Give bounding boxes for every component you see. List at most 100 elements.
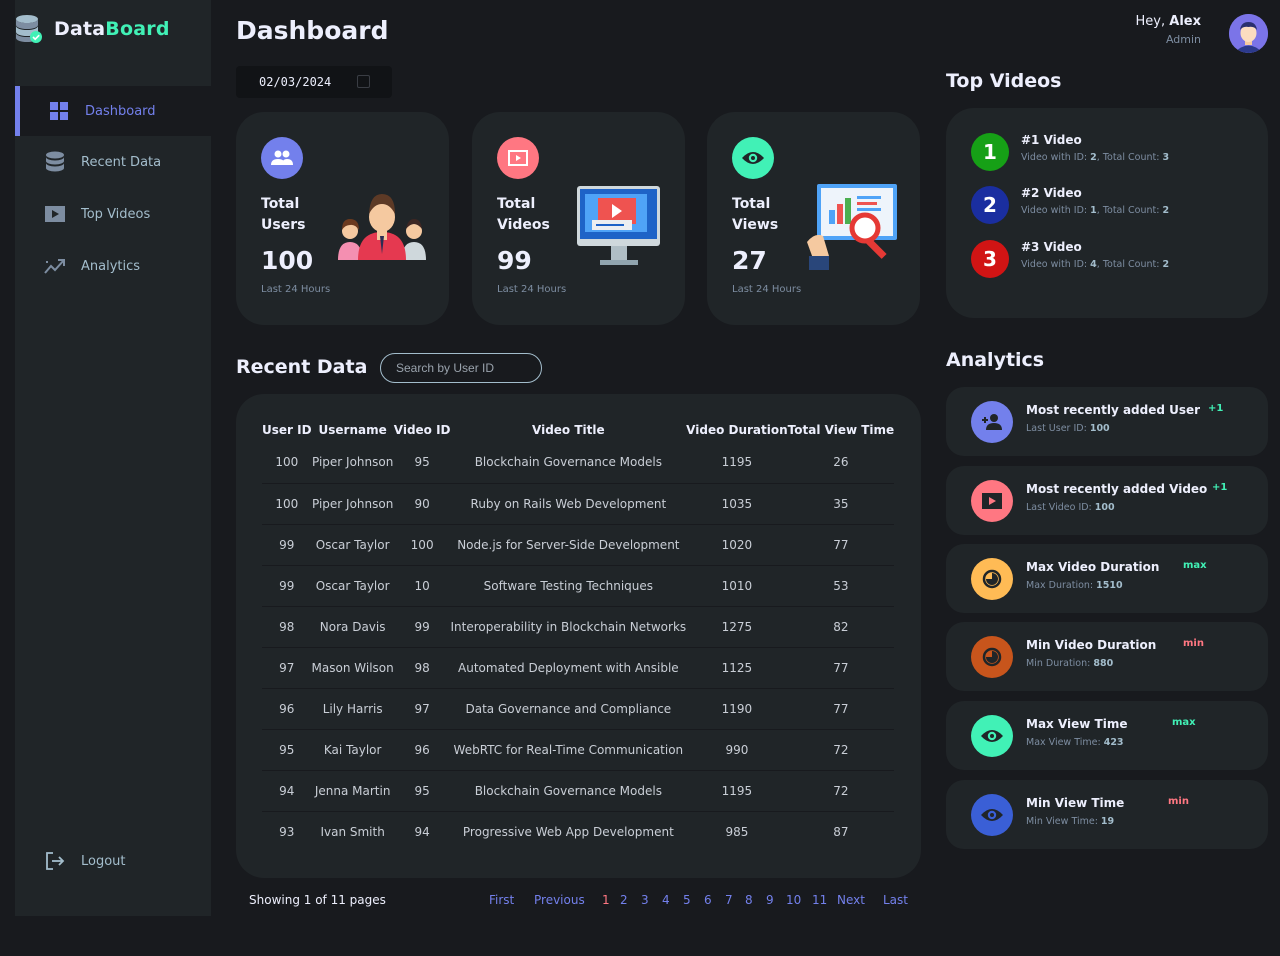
video-icon — [971, 480, 1013, 522]
analytics-card[interactable]: Most recently added Video Last Video ID: … — [946, 466, 1268, 535]
search-input[interactable] — [380, 353, 542, 383]
trend-icon — [43, 254, 67, 278]
analytics-card[interactable]: Min Video Duration Min Duration: 880 min — [946, 622, 1268, 691]
analytics-card-sub: Min Duration: 880 — [1026, 658, 1113, 669]
pagination-last[interactable]: Last — [883, 893, 908, 907]
table-row[interactable]: 93 Ivan Smith 94 Progressive Web App Develo… — [262, 811, 894, 852]
sub-value: 880 — [1093, 658, 1114, 669]
table-row[interactable]: 99 Oscar Taylor 10 Software Testing Techniq… — [262, 565, 895, 607]
user-name: Alex — [1169, 14, 1201, 29]
sub-label: Min View Time: — [1026, 816, 1101, 827]
table-cell: 1125 — [686, 647, 788, 689]
video-count: 2 — [1162, 205, 1170, 216]
table-cell: Mason Wilson — [311, 647, 394, 689]
table-cell: 100 — [262, 442, 312, 484]
table-cell: Lily Harris — [311, 688, 394, 730]
user-plus-icon — [971, 401, 1013, 443]
analytics-badge: max — [1172, 717, 1196, 728]
recent-data-table: User ID Username Video ID Video Title Video … — [262, 418, 895, 852]
pagination-page[interactable]: 2 — [620, 893, 628, 907]
database-icon — [43, 150, 67, 174]
table-column-header: Username — [318, 423, 387, 437]
analytics-card[interactable]: Most recently added User Last User ID: 10… — [946, 387, 1268, 456]
rank-badge: 3 — [971, 240, 1009, 278]
pagination-page[interactable]: 8 — [745, 893, 753, 907]
greeting-text: Hey, — [1135, 14, 1166, 29]
pagination-page[interactable]: 1 — [602, 893, 610, 907]
pagination-next[interactable]: Next — [837, 893, 865, 907]
people-illustration — [336, 184, 428, 270]
sidebar-item-label: Top Videos — [81, 206, 151, 222]
table-cell: Kai Taylor — [311, 729, 394, 771]
page-title: Dashboard — [236, 16, 389, 45]
table-cell: 77 — [787, 688, 895, 730]
brand-part2: Board — [105, 18, 170, 40]
pagination-page[interactable]: 7 — [725, 893, 733, 907]
table-row[interactable]: 94 Jenna Martin 95 Blockchain Governance Mo… — [262, 770, 895, 812]
sidebar-item-analytics[interactable]: Analytics — [15, 241, 211, 291]
table-column-header: User ID — [262, 423, 312, 437]
table-row[interactable]: 98 Nora Davis 99 Interoperability in Blockc… — [262, 606, 895, 648]
sidebar: DataBoard Dashboard Recent Data Top Vide… — [15, 0, 211, 916]
avatar[interactable] — [1229, 14, 1268, 53]
logo[interactable]: DataBoard — [15, 12, 235, 46]
pagination-page[interactable]: 10 — [786, 893, 801, 907]
table-row[interactable]: 96 Lily Harris 97 Data Governance and Compl… — [262, 688, 895, 730]
play-icon — [43, 202, 67, 226]
table-cell: 97 — [393, 688, 451, 730]
analytics-badge: +1 — [1212, 482, 1228, 493]
calendar-icon[interactable] — [357, 75, 370, 88]
table-row[interactable]: 100 Piper Johnson 95 Blockchain Governance … — [262, 442, 895, 484]
pagination-page[interactable]: 5 — [683, 893, 691, 907]
table-cell: Jenna Martin — [311, 770, 394, 812]
pagination-first[interactable]: First — [489, 893, 514, 907]
analytics-card[interactable]: Max Video Duration Max Duration: 1510 max — [946, 544, 1268, 613]
pagination-page[interactable]: 11 — [812, 893, 827, 907]
sidebar-item-label: Recent Data — [81, 154, 162, 170]
table-column-header: Total View Time — [787, 423, 895, 437]
pagination-page[interactable]: 4 — [662, 893, 670, 907]
date-value: 02/03/2024 — [259, 75, 332, 89]
sub-value: 100 — [1094, 502, 1115, 513]
table-cell: 90 — [393, 483, 451, 525]
eye-icon — [971, 794, 1013, 836]
analytics-badge: max — [1183, 560, 1207, 571]
pagination-page[interactable]: 3 — [641, 893, 649, 907]
sub-prefix: Video with ID: — [1021, 259, 1091, 270]
analytics-title: Analytics — [946, 349, 1045, 371]
analytics-card-sub: Last User ID: 100 — [1026, 423, 1110, 434]
table-column-header: Video Duration — [686, 423, 788, 437]
sub-label: Max Duration: — [1026, 580, 1097, 591]
count-prefix: , Total Count: — [1096, 152, 1163, 163]
date-input[interactable]: 02/03/2024 — [236, 66, 392, 98]
table-row[interactable]: 100 Piper Johnson 90 Ruby on Rails Web Deve… — [262, 483, 895, 525]
top-videos-card: 1 #1 Video Video with ID: 2, Total Count: … — [946, 108, 1268, 318]
top-video-item[interactable]: 2 #2 Video Video with ID: 1, Total Count: … — [971, 186, 1251, 226]
sidebar-item-top-videos[interactable]: Top Videos — [15, 189, 211, 239]
top-video-item[interactable]: 3 #3 Video Video with ID: 4, Total Count: … — [971, 240, 1251, 280]
pagination-page[interactable]: 9 — [766, 893, 774, 907]
top-video-item[interactable]: 1 #1 Video Video with ID: 2, Total Count: … — [971, 133, 1251, 173]
table-cell: Automated Deployment with Ansible — [450, 647, 687, 689]
table-row[interactable]: 99 Oscar Taylor 100 Node.js for Server-Side… — [262, 524, 895, 566]
analytics-card[interactable]: Min View Time Min View Time: 19 min — [946, 780, 1268, 849]
sidebar-item-recent-data[interactable]: Recent Data — [15, 137, 211, 187]
monitor-illustration — [576, 184, 668, 270]
table-cell: 985 — [725, 824, 749, 839]
analytics-card[interactable]: Max View Time Max View Time: 423 max — [946, 701, 1268, 770]
sidebar-item-dashboard[interactable]: Dashboard — [15, 86, 211, 136]
table-row[interactable]: 97 Mason Wilson 98 Automated Deployment wit… — [262, 647, 895, 689]
sub-value: 1510 — [1096, 580, 1123, 591]
table-cell: 87 — [833, 824, 849, 839]
logout-button[interactable]: Logout — [15, 836, 211, 886]
stat-card-videos: Total Videos 99 Last 24 Hours — [472, 112, 685, 325]
table-cell: 77 — [787, 647, 895, 689]
analytics-badge: +1 — [1208, 403, 1224, 414]
table-row[interactable]: 95 Kai Taylor 96 WebRTC for Real-Time Commu… — [262, 729, 895, 771]
table-cell: 100 — [262, 483, 312, 525]
count-prefix: , Total Count: — [1096, 259, 1163, 270]
table-cell: 1035 — [686, 483, 788, 525]
table-cell: 1010 — [686, 565, 788, 607]
pagination-page[interactable]: 6 — [704, 893, 712, 907]
pagination-previous[interactable]: Previous — [534, 893, 585, 907]
